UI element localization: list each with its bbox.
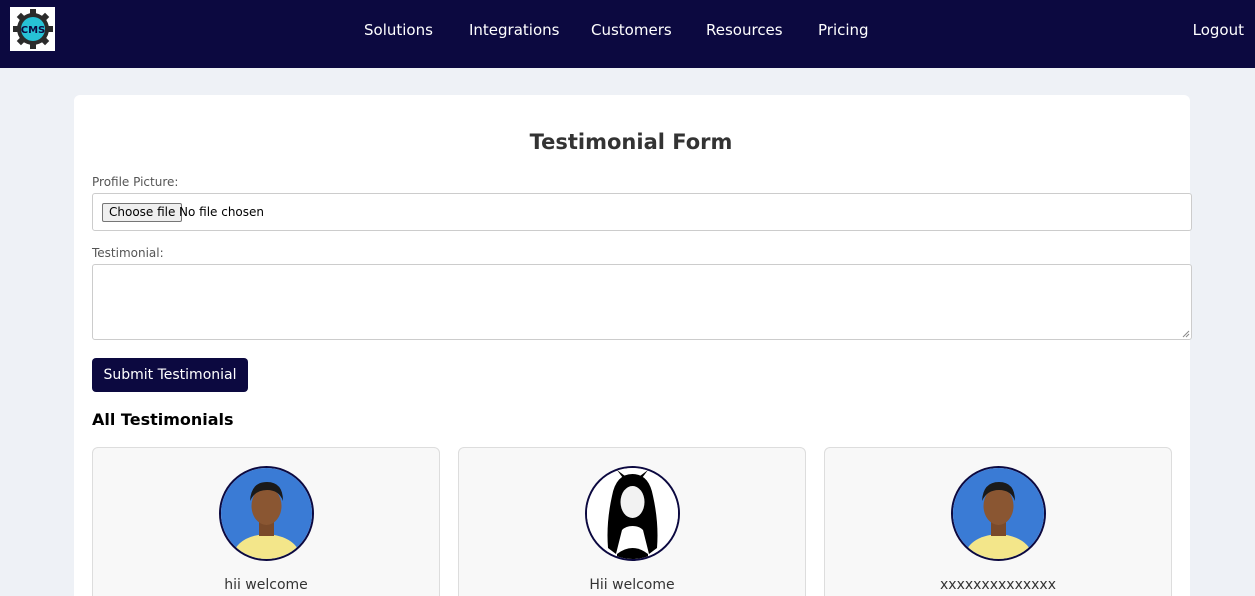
nav-solutions[interactable]: Solutions xyxy=(364,21,433,39)
nav-resources[interactable]: Resources xyxy=(706,21,783,39)
nav-integrations[interactable]: Integrations xyxy=(469,21,559,39)
submit-testimonial-button[interactable]: Submit Testimonial xyxy=(92,358,248,392)
avatar xyxy=(951,466,1046,561)
person-photo-icon xyxy=(953,468,1044,559)
nav-pricing[interactable]: Pricing xyxy=(818,21,869,39)
testimonial-text: Hii welcome xyxy=(589,577,675,593)
logout-link[interactable]: Logout xyxy=(1193,21,1244,39)
testimonial-card: Hii welcome xyxy=(458,447,806,596)
testimonial-card: hii welcome xyxy=(92,447,440,596)
resize-grip-icon[interactable] xyxy=(1182,330,1190,338)
nav-links: Solutions Integrations Customers Resourc… xyxy=(0,0,1255,60)
file-status-text: No file chosen xyxy=(179,205,265,219)
avatar xyxy=(585,466,680,561)
nav-customers[interactable]: Customers xyxy=(591,21,672,39)
choose-file-button[interactable]: Choose file xyxy=(102,203,183,222)
testimonial-label: Testimonial: xyxy=(92,246,164,260)
profile-picture-input[interactable]: Choose file No file chosen xyxy=(92,193,1192,231)
testimonial-card: xxxxxxxxxxxxxx xyxy=(824,447,1172,596)
profile-picture-label: Profile Picture: xyxy=(92,175,179,189)
silhouette-icon xyxy=(587,468,678,559)
all-testimonials-heading: All Testimonials xyxy=(92,410,234,429)
testimonial-text: hii welcome xyxy=(224,577,308,593)
testimonial-text: xxxxxxxxxxxxxx xyxy=(940,577,1056,593)
page-title: Testimonial Form xyxy=(529,130,733,154)
top-navbar: CMS Solutions Integrations Customers Res… xyxy=(0,0,1255,68)
testimonial-textarea[interactable] xyxy=(92,264,1192,340)
avatar xyxy=(219,466,314,561)
person-photo-icon xyxy=(221,468,312,559)
